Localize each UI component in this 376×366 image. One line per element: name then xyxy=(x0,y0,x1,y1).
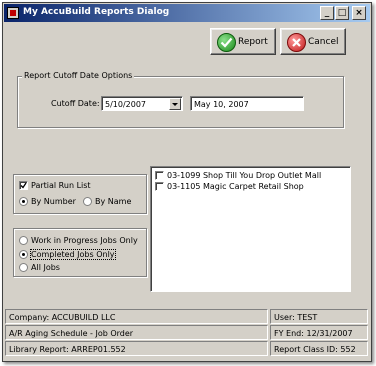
cancel-x-icon xyxy=(287,33,306,52)
report-button[interactable]: Report xyxy=(210,28,276,55)
close-button[interactable]: × xyxy=(352,6,366,20)
job-filter-group: Work in Progress Jobs Only Completed Job… xyxy=(13,228,147,277)
by-name-radio[interactable] xyxy=(83,197,92,206)
completed-jobs-label: Completed Jobs Only xyxy=(30,249,116,260)
by-number-label: By Number xyxy=(31,197,76,206)
status-fy-end: FY End: 12/31/2007 xyxy=(270,325,368,340)
partial-run-label: Partial Run List xyxy=(31,181,91,190)
job-checkbox[interactable] xyxy=(155,171,164,180)
job-list[interactable]: 03-1099 Shop Till You Drop Outlet Mall 0… xyxy=(150,166,351,292)
cutoff-group-title: Report Cutoff Date Options xyxy=(22,71,135,80)
cancel-button-label: Cancel xyxy=(308,37,339,47)
all-jobs-radio[interactable] xyxy=(19,263,28,272)
cutoff-date-text: May 10, 2007 xyxy=(190,96,304,111)
window-title: My AccuBuild Reports Dialog xyxy=(23,7,170,17)
completed-jobs-radio[interactable] xyxy=(19,250,28,259)
status-report-class: Report Class ID: 552 xyxy=(270,341,368,356)
cutoff-date-group: Report Cutoff Date Options Cutoff Date: … xyxy=(17,71,344,128)
title-bar[interactable]: My AccuBuild Reports Dialog _ □ × xyxy=(4,4,370,22)
status-schedule: A/R Aging Schedule - Job Order xyxy=(5,325,268,340)
wip-jobs-radio[interactable] xyxy=(19,236,28,245)
checkmark-icon xyxy=(217,33,236,52)
app-icon[interactable] xyxy=(7,7,19,19)
cancel-button[interactable]: Cancel xyxy=(280,28,346,55)
dialog-window: My AccuBuild Reports Dialog _ □ × Report… xyxy=(2,2,372,362)
job-label: 03-1099 Shop Till You Drop Outlet Mall xyxy=(167,171,322,180)
wip-jobs-label: Work in Progress Jobs Only xyxy=(31,236,138,245)
chevron-down-icon[interactable] xyxy=(169,98,181,110)
minimize-button[interactable]: _ xyxy=(320,6,334,20)
by-name-label: By Name xyxy=(95,197,132,206)
job-checkbox[interactable] xyxy=(155,182,164,191)
maximize-button[interactable]: □ xyxy=(335,6,349,20)
partial-run-checkbox[interactable] xyxy=(19,181,28,190)
cutoff-date-label: Cutoff Date: xyxy=(51,99,100,108)
status-company: Company: ACCUBUILD LLC xyxy=(5,309,268,324)
status-user: User: TEST xyxy=(270,309,368,324)
run-options-group: Partial Run List By Number By Name xyxy=(13,174,147,214)
cutoff-date-combo[interactable]: 5/10/2007 xyxy=(101,96,183,111)
cutoff-date-value: 5/10/2007 xyxy=(105,100,147,109)
report-button-label: Report xyxy=(238,37,268,47)
all-jobs-label: All Jobs xyxy=(31,263,60,272)
job-label: 03-1105 Magic Carpet Retail Shop xyxy=(167,182,304,191)
status-library-report: Library Report: ARREP01.552 xyxy=(5,341,268,356)
by-number-radio[interactable] xyxy=(19,197,28,206)
